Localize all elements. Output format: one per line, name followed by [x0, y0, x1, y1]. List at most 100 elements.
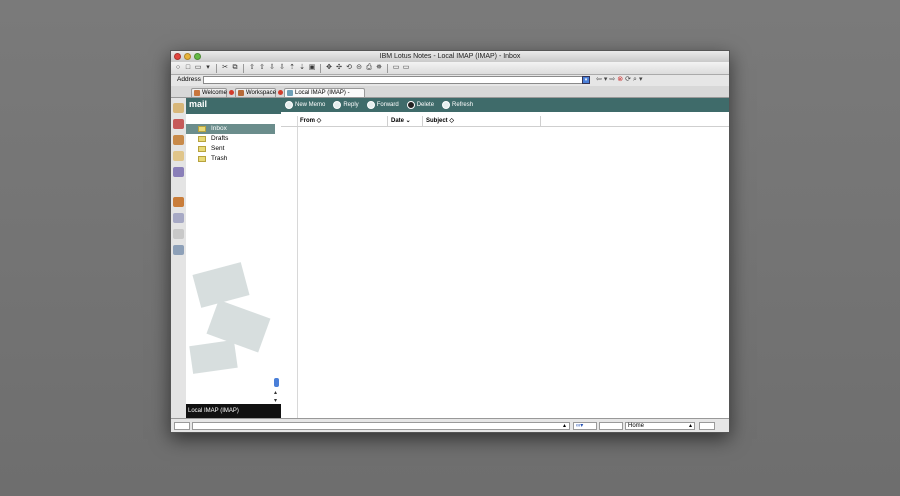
nav-pane-footer: Local IMAP (IMAP) [186, 404, 281, 418]
title-bar: IBM Lotus Notes - Local IMAP (IMAP) - In… [171, 51, 729, 62]
folder-sent[interactable]: Sent [186, 144, 281, 154]
close-window-button[interactable] [174, 53, 181, 60]
svg-text:▴: ▴ [274, 390, 277, 396]
collapse-icon[interactable]: ✣ [335, 64, 343, 72]
format-icon: ▭ [392, 64, 400, 71]
arrow-down-alt-icon[interactable]: ⇩ [278, 64, 286, 72]
envelopes-watermark [189, 262, 271, 374]
network-icon[interactable]: ∞▾ [573, 422, 597, 430]
column-subject[interactable]: Subject ◇ [423, 116, 541, 126]
folder-drafts[interactable]: Drafts [186, 134, 281, 144]
contacts-bookmark-icon[interactable] [173, 135, 184, 145]
stop-icon[interactable]: ⊗ [617, 76, 623, 84]
action-bar: New Memo Reply Forward Delete Refresh [281, 98, 729, 112]
tab-inbox[interactable]: Local IMAP (IMAP) - Inbox [284, 88, 365, 105]
minimize-window-button[interactable] [184, 53, 191, 60]
open-icon[interactable]: ▭ [194, 64, 202, 72]
status-indicator[interactable] [174, 422, 190, 430]
cut-icon[interactable]: ✂ [221, 64, 229, 72]
forward-icon [366, 101, 375, 109]
tab-label: Workspace [246, 90, 276, 96]
refresh-button[interactable]: Refresh [442, 101, 473, 109]
more-bookmarks-icon[interactable] [173, 245, 184, 255]
refresh-icon[interactable]: ⟳ [625, 76, 631, 84]
arrow-up-icon[interactable]: ⇧ [248, 64, 256, 72]
dropdown-icon[interactable]: ▾ [204, 64, 212, 72]
todo-bookmark-icon[interactable] [173, 151, 184, 161]
home-icon[interactable]: ○ [174, 64, 182, 72]
mail-status-icon[interactable] [599, 422, 623, 430]
back-icon[interactable]: ⇦ [596, 76, 602, 84]
column-date[interactable]: Date ⌄ [388, 116, 423, 126]
status-dropdown-icon[interactable]: ▴ [563, 422, 566, 429]
nav-pane-title: mail [186, 98, 281, 114]
folder-icon [198, 156, 206, 162]
nav-scrollbar[interactable]: ▴ ▾ [273, 378, 280, 404]
close-tab-icon[interactable] [278, 90, 283, 95]
unread-down-icon[interactable]: ⇣ [298, 64, 306, 72]
tab-workspace[interactable]: Workspace [235, 88, 276, 97]
main-toolbar: ○ □ ▭ ▾ ✂ ⧉ ⇧ ⇧ ⇩ ⇩ ⇡ ⇣ ▣ ✥ ✣ ⟲ ⊝ ⎙ ⛯ ▭ … [171, 62, 729, 75]
unread-up-icon[interactable]: ⇡ [288, 64, 296, 72]
tab-welcome[interactable]: Welcome [191, 88, 227, 97]
address-input[interactable] [203, 76, 583, 84]
search-dropdown-icon[interactable]: ▾ [639, 76, 643, 84]
view-margin [281, 116, 298, 418]
navigation-icons: ⇦ ▾ ⇨ ⊗ ⟳ ⌕ ▾ [596, 76, 642, 84]
search-icon[interactable]: ⌕ [633, 76, 637, 84]
inbox-status-icon[interactable] [699, 422, 715, 430]
lotus-notes-window: IBM Lotus Notes - Local IMAP (IMAP) - In… [170, 50, 730, 433]
folder-label: Trash [211, 155, 228, 162]
delete-icon [406, 101, 415, 109]
favorites-bookmark-icon[interactable] [173, 213, 184, 223]
forward-icon[interactable]: ⇨ [609, 76, 615, 84]
address-dropdown-button[interactable]: ▾ [582, 76, 590, 84]
mailbox-icon [287, 90, 293, 96]
zoom-window-button[interactable] [194, 53, 201, 60]
folder-trash[interactable]: Trash [186, 154, 281, 164]
folder-inbox[interactable]: Inbox [186, 124, 275, 134]
link-icon[interactable]: ⊝ [355, 64, 363, 72]
new-icon[interactable]: □ [184, 64, 192, 72]
print-icon[interactable]: ⎙ [365, 64, 373, 72]
refresh-icon [442, 101, 451, 109]
copy-icon[interactable]: ⧉ [231, 64, 239, 72]
window-controls [174, 53, 201, 60]
address-label: Address [177, 76, 201, 83]
status-bar: ▴ ∞▾ Home ▴ [171, 418, 729, 432]
new-memo-button[interactable]: New Memo [285, 101, 325, 109]
action-label: Forward [376, 102, 399, 108]
tab-bar: Welcome Workspace Local IMAP (IMAP) - In… [171, 86, 729, 105]
close-tab-icon[interactable] [229, 90, 234, 95]
bookmark-bar [171, 98, 187, 432]
properties-icon[interactable]: ▣ [308, 64, 316, 72]
location-selector[interactable]: Home [625, 422, 695, 430]
calendar-bookmark-icon[interactable] [173, 119, 184, 129]
location-dropdown-icon[interactable]: ▴ [689, 422, 692, 429]
navigation-pane: mail Inbox Drafts Sent Trash ▴ ▾ Local I… [186, 98, 282, 418]
reply-button[interactable]: Reply [333, 101, 359, 109]
databases-bookmark-icon[interactable] [173, 197, 184, 207]
toolbar-separator [243, 63, 244, 73]
column-from[interactable]: From ◇ [297, 116, 388, 126]
toolbar-separator [320, 63, 321, 73]
status-message [192, 422, 570, 430]
replicator-bookmark-icon[interactable] [173, 167, 184, 177]
action-label: Refresh [452, 102, 474, 108]
forward-button[interactable]: Forward [366, 101, 399, 109]
binoculars-icon[interactable]: ⛯ [375, 64, 383, 72]
toolbar-separator [387, 63, 388, 73]
bookmarks-folder-icon[interactable] [173, 229, 184, 239]
expand-icon[interactable]: ✥ [325, 64, 333, 72]
delete-button[interactable]: Delete [406, 101, 434, 109]
back-dropdown-icon[interactable]: ▾ [604, 76, 608, 84]
folder-label: Sent [211, 145, 225, 152]
folder-icon [198, 146, 206, 152]
refresh-view-icon[interactable]: ⟲ [345, 64, 353, 72]
folder-label: Drafts [211, 135, 229, 142]
mail-bookmark-icon[interactable] [173, 103, 184, 113]
arrow-up-alt-icon[interactable]: ⇧ [258, 64, 266, 72]
folder-list: Inbox Drafts Sent Trash [186, 124, 281, 164]
arrow-down-icon[interactable]: ⇩ [268, 64, 276, 72]
column-headers: From ◇ Date ⌄ Subject ◇ [281, 116, 729, 127]
